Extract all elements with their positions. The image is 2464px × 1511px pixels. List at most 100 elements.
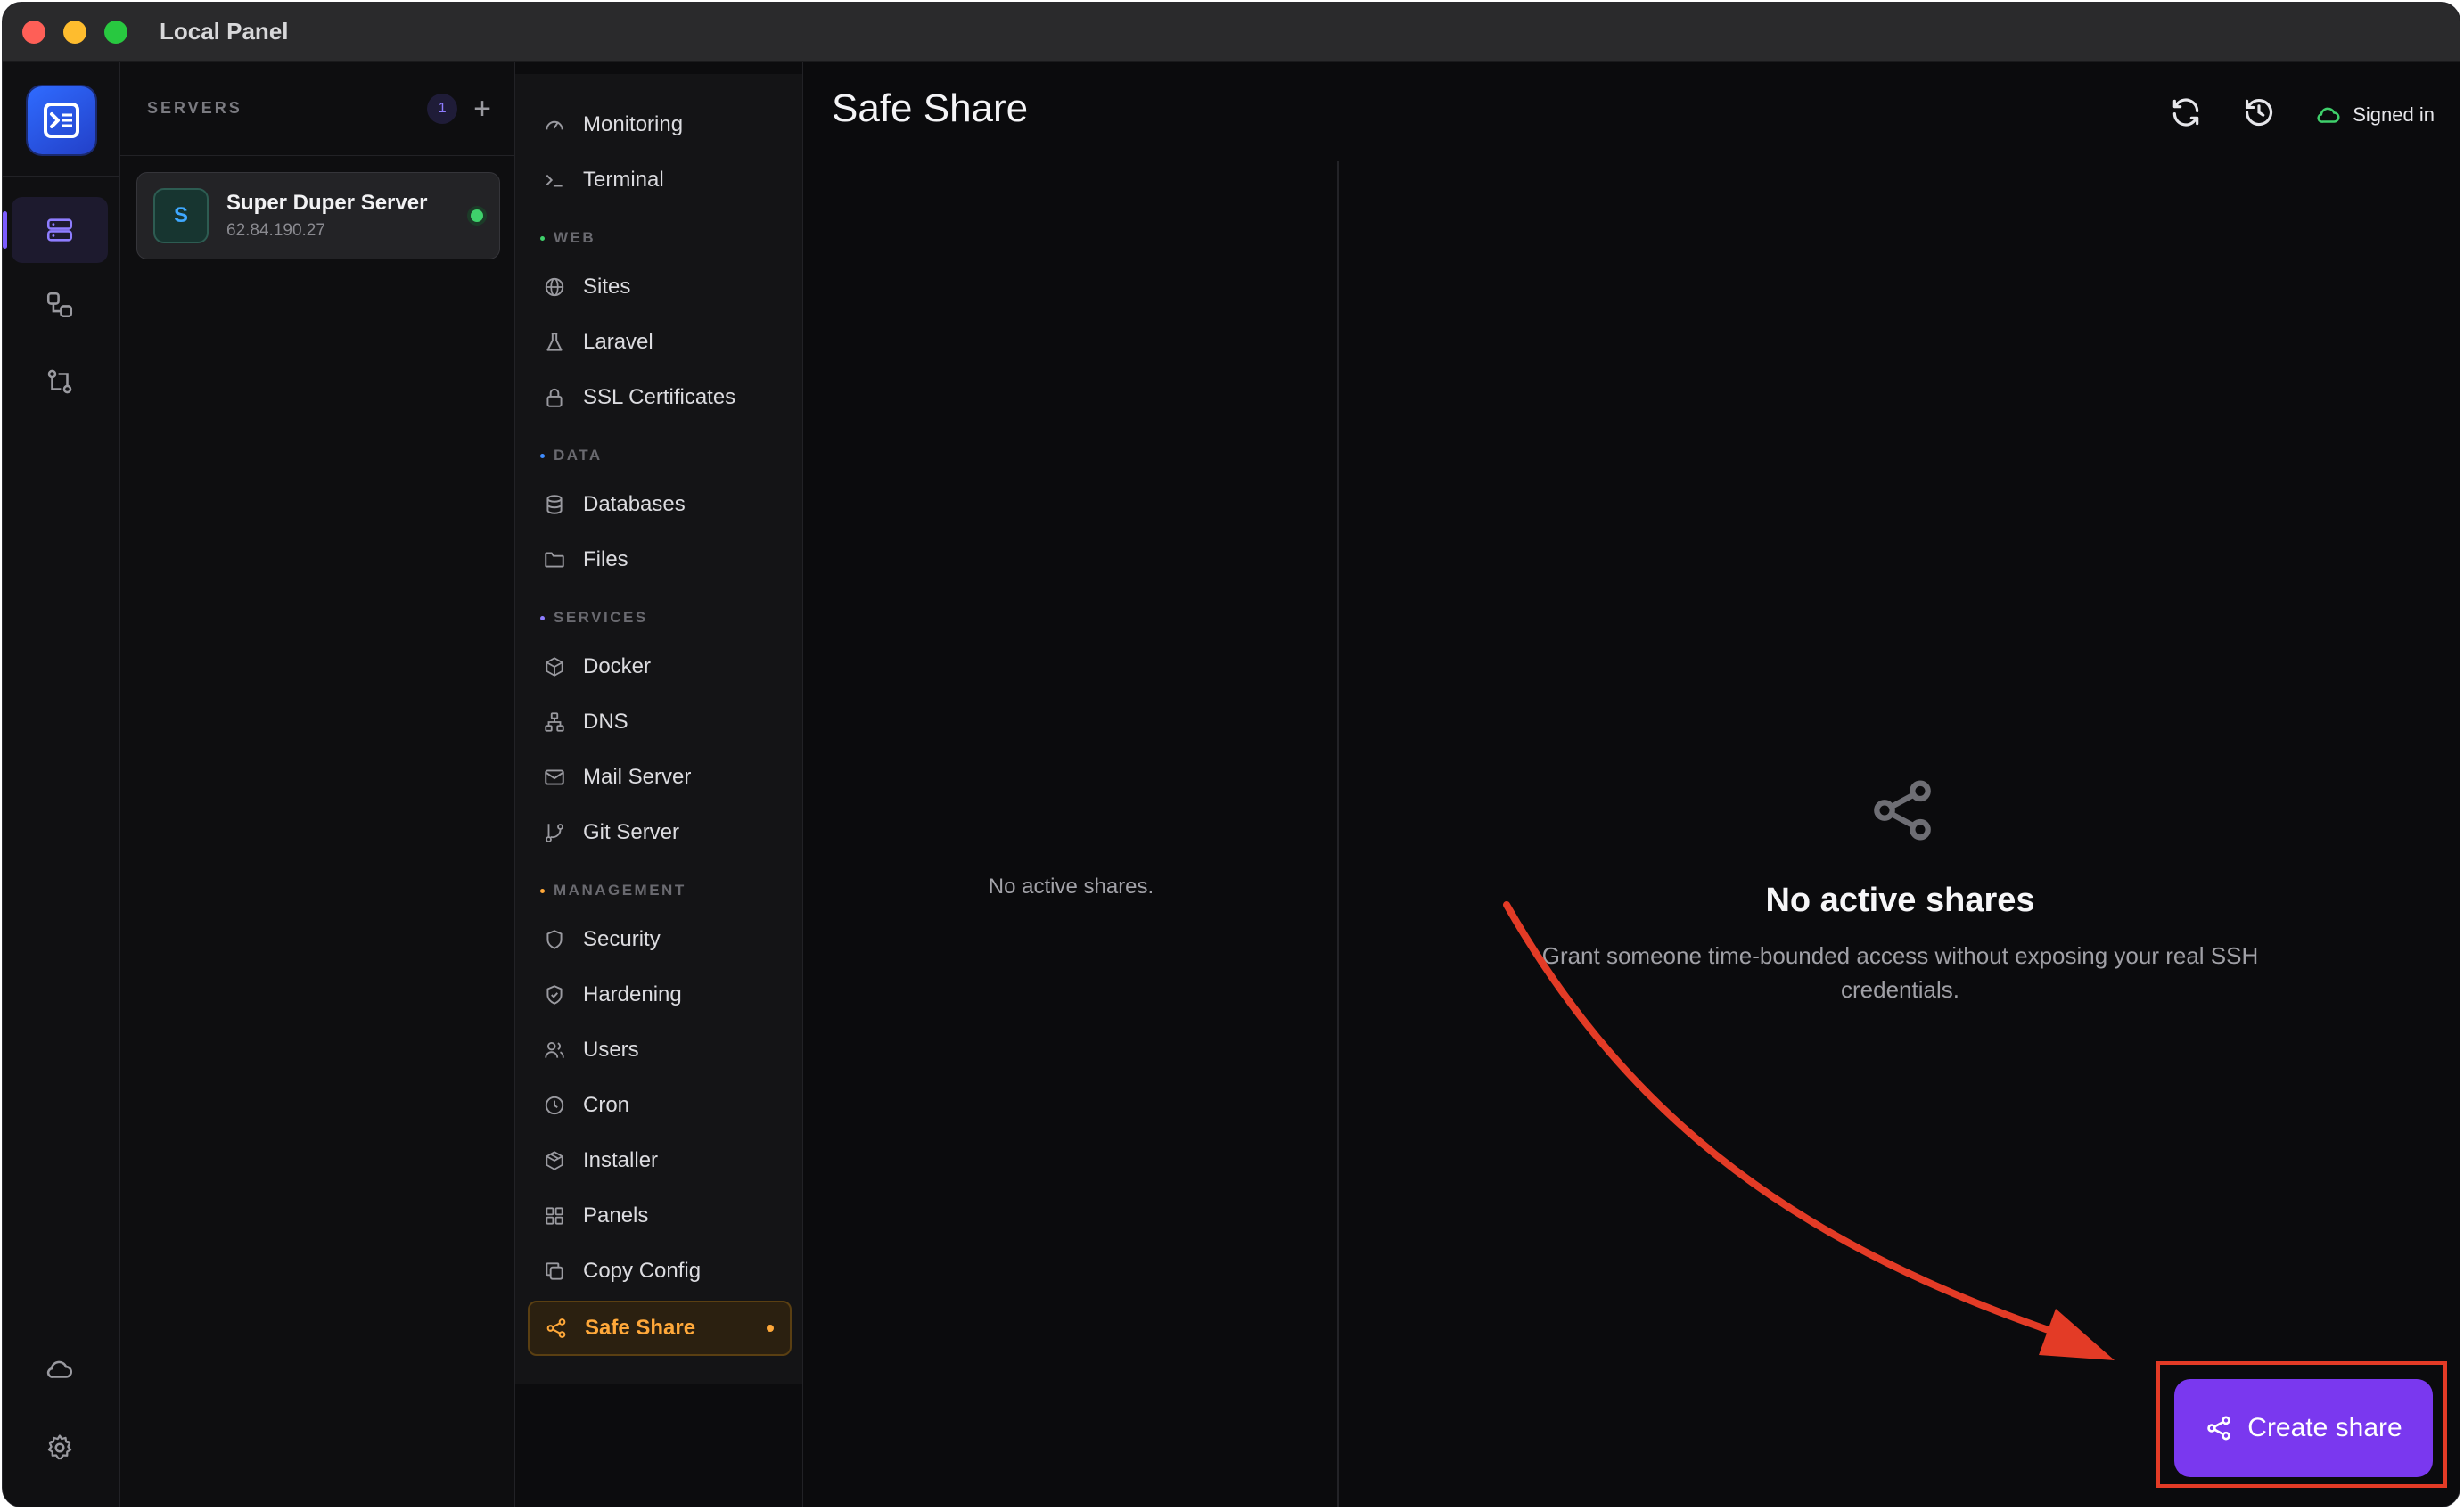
- server-nav: Monitoring Terminal WEB Sites Laravel SS…: [515, 62, 803, 1507]
- server-count-badge: 1: [427, 93, 458, 124]
- nav-item-databases[interactable]: Databases: [528, 480, 792, 529]
- share-detail: No active shares Grant someone time-boun…: [1339, 161, 2460, 1507]
- cloud-icon: [2317, 107, 2340, 123]
- section-dot: [540, 888, 545, 893]
- servers-heading: SERVERS: [147, 99, 242, 117]
- grid-icon: [542, 1203, 567, 1228]
- nav-item-label: Copy Config: [583, 1259, 702, 1283]
- rail-cloud-button[interactable]: [12, 1336, 108, 1402]
- nav-item-safe-share[interactable]: Safe Share: [528, 1301, 792, 1356]
- nav-item-label: Panels: [583, 1203, 649, 1228]
- rail-divider: [3, 176, 120, 177]
- users-icon: [542, 1038, 567, 1063]
- package-icon: [542, 1148, 567, 1173]
- nav-section-management: MANAGEMENT: [540, 882, 686, 899]
- nav-item-files[interactable]: Files: [528, 536, 792, 584]
- nav-item-users[interactable]: Users: [528, 1026, 792, 1074]
- box-icon: [542, 654, 567, 679]
- nav-item-label: Terminal: [583, 168, 664, 192]
- nav-item-label: Monitoring: [583, 112, 684, 136]
- nav-item-git-server[interactable]: Git Server: [528, 809, 792, 857]
- nav-item-label: Cron: [583, 1093, 630, 1117]
- nav-item-dns[interactable]: DNS: [528, 698, 792, 746]
- nav-item-laravel[interactable]: Laravel: [528, 318, 792, 366]
- section-label: DATA: [554, 447, 603, 464]
- window-controls: [22, 20, 127, 44]
- nav-item-label: SSL Certificates: [583, 385, 736, 409]
- shares-list-empty: No active shares.: [988, 875, 1154, 899]
- empty-state-title: No active shares: [1765, 882, 2035, 919]
- clock-icon: [542, 1093, 567, 1118]
- shield-icon: [542, 927, 567, 952]
- app-logo[interactable]: [28, 86, 95, 154]
- nav-item-label: Laravel: [583, 330, 653, 354]
- flask-icon: [542, 330, 567, 355]
- server-ip: 62.84.190.27: [226, 221, 325, 240]
- nav-item-security[interactable]: Security: [528, 916, 792, 964]
- rail-settings-button[interactable]: [12, 1415, 108, 1481]
- nav-item-docker[interactable]: Docker: [528, 643, 792, 691]
- gauge-icon: [542, 112, 567, 137]
- shield-check-icon: [542, 982, 567, 1007]
- refresh-icon: [2173, 98, 2199, 127]
- icon-rail: [3, 62, 120, 1507]
- nav-item-mail-server[interactable]: Mail Server: [528, 753, 792, 801]
- window-title: Local Panel: [160, 18, 289, 45]
- nav-item-monitoring[interactable]: Monitoring: [528, 101, 792, 149]
- nav-item-label: Users: [583, 1038, 639, 1062]
- section-label: SERVICES: [554, 609, 648, 626]
- close-window-button[interactable]: [22, 20, 45, 44]
- server-card[interactable]: S Super Duper Server 62.84.190.27: [136, 172, 500, 259]
- server-icon: [46, 218, 73, 242]
- nav-item-ssl-certificates[interactable]: SSL Certificates: [528, 374, 792, 422]
- nav-item-label: Sites: [583, 275, 631, 299]
- app-window: Local Panel SERVERS 1 + S Super Duper Se…: [2, 2, 2460, 1507]
- sign-in-label: Signed in: [2353, 103, 2435, 126]
- history-icon: [2246, 99, 2273, 127]
- folder-icon: [542, 547, 567, 572]
- share-icon: [544, 1316, 569, 1341]
- git-compare-icon: [47, 369, 72, 394]
- nav-item-terminal[interactable]: Terminal: [528, 156, 792, 204]
- maximize-window-button[interactable]: [104, 20, 127, 44]
- sign-in-status[interactable]: Signed in: [2315, 102, 2435, 128]
- database-icon: [542, 492, 567, 517]
- nav-item-sites[interactable]: Sites: [528, 263, 792, 311]
- section-label: MANAGEMENT: [554, 882, 686, 899]
- nav-section-services: SERVICES: [540, 609, 648, 627]
- nav-item-hardening[interactable]: Hardening: [528, 971, 792, 1019]
- empty-state-description: Grant someone time-bounded access withou…: [1541, 942, 2259, 1003]
- title-bar: Local Panel: [3, 3, 2460, 62]
- main-content: Safe Share Signed in No active shares. N…: [803, 62, 2460, 1507]
- share-icon: [2207, 1416, 2231, 1441]
- servers-header: SERVERS 1 +: [120, 62, 514, 156]
- rail-servers-button[interactable]: [3, 197, 108, 263]
- nav-item-label: Security: [583, 927, 661, 951]
- add-server-button[interactable]: +: [473, 94, 491, 124]
- nav-item-panels[interactable]: Panels: [528, 1192, 792, 1240]
- header-actions: Signed in: [2169, 95, 2435, 134]
- lock-icon: [542, 385, 567, 410]
- server-info: Super Duper Server 62.84.190.27: [226, 191, 471, 241]
- rail-connections-button[interactable]: [12, 272, 108, 338]
- copy-icon: [542, 1259, 567, 1284]
- nav-item-label: Installer: [583, 1148, 659, 1172]
- minimize-window-button[interactable]: [63, 20, 86, 44]
- nav-item-cron[interactable]: Cron: [528, 1081, 792, 1129]
- nav-item-label: Git Server: [583, 820, 680, 844]
- gear-icon: [47, 1434, 72, 1460]
- nav-item-copy-config[interactable]: Copy Config: [528, 1247, 792, 1295]
- nav-section-data: DATA: [540, 447, 603, 464]
- rail-git-compare-button[interactable]: [12, 349, 108, 415]
- refresh-button[interactable]: [2169, 95, 2203, 134]
- nav-item-label: DNS: [583, 710, 628, 734]
- section-dot: [540, 453, 545, 458]
- section-dot: [540, 615, 545, 620]
- create-share-button[interactable]: Create share: [2174, 1379, 2433, 1477]
- nav-item-installer[interactable]: Installer: [528, 1137, 792, 1185]
- history-button[interactable]: [2242, 95, 2276, 134]
- logo-icon: [44, 103, 79, 138]
- nav-item-label: Safe Share: [585, 1316, 696, 1340]
- nav-item-label: Mail Server: [583, 765, 692, 789]
- active-indicator: [767, 1325, 774, 1332]
